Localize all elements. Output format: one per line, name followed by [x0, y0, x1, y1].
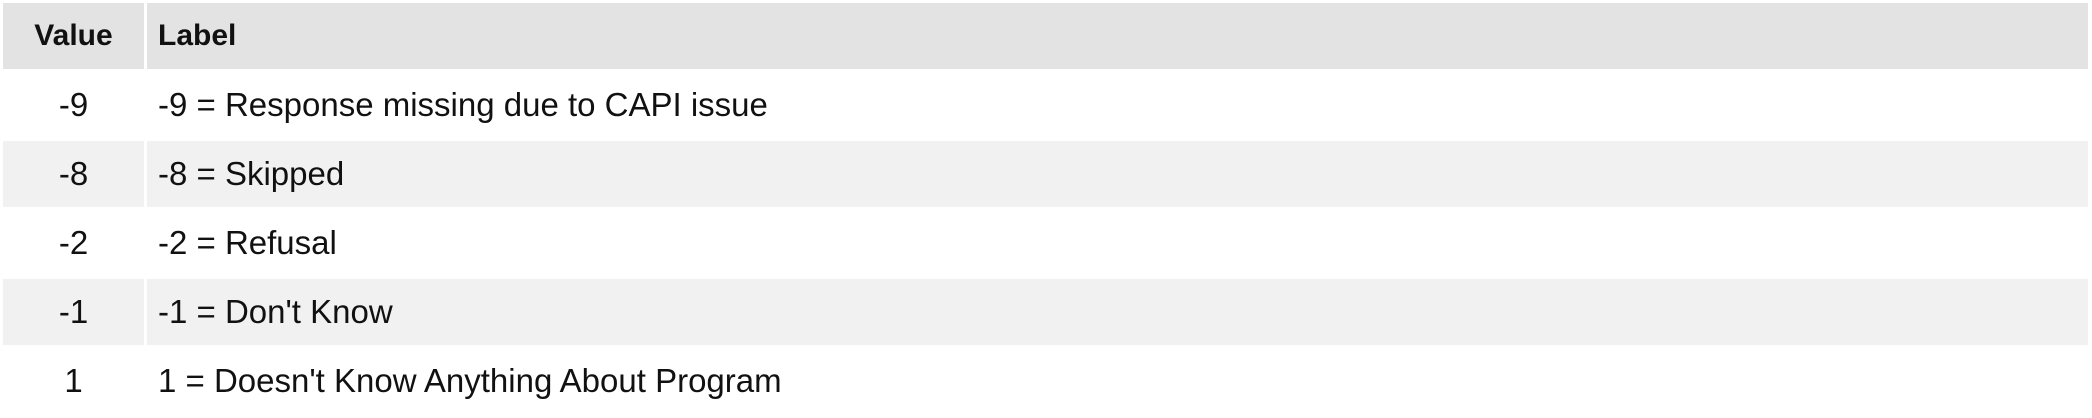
- row-value: -9: [3, 72, 144, 138]
- row-label: -9 = Response missing due to CAPI issue: [147, 72, 2088, 138]
- row-value: -2: [3, 210, 144, 276]
- header-value: Value: [3, 3, 144, 69]
- row-label: -8 = Skipped: [147, 141, 2088, 207]
- table-row: 1 1 = Doesn't Know Anything About Progra…: [3, 348, 2088, 414]
- value-label-table: Value Label -9 -9 = Response missing due…: [3, 3, 2088, 414]
- row-value: 1: [3, 348, 144, 414]
- row-label: -1 = Don't Know: [147, 279, 2088, 345]
- row-label: 1 = Doesn't Know Anything About Program: [147, 348, 2088, 414]
- table-row: -1 -1 = Don't Know: [3, 279, 2088, 345]
- table-row: -9 -9 = Response missing due to CAPI iss…: [3, 72, 2088, 138]
- row-label: -2 = Refusal: [147, 210, 2088, 276]
- header-label: Label: [147, 3, 2088, 69]
- row-value: -8: [3, 141, 144, 207]
- table-header-row: Value Label: [3, 3, 2088, 69]
- row-value: -1: [3, 279, 144, 345]
- table-row: -8 -8 = Skipped: [3, 141, 2088, 207]
- table-row: -2 -2 = Refusal: [3, 210, 2088, 276]
